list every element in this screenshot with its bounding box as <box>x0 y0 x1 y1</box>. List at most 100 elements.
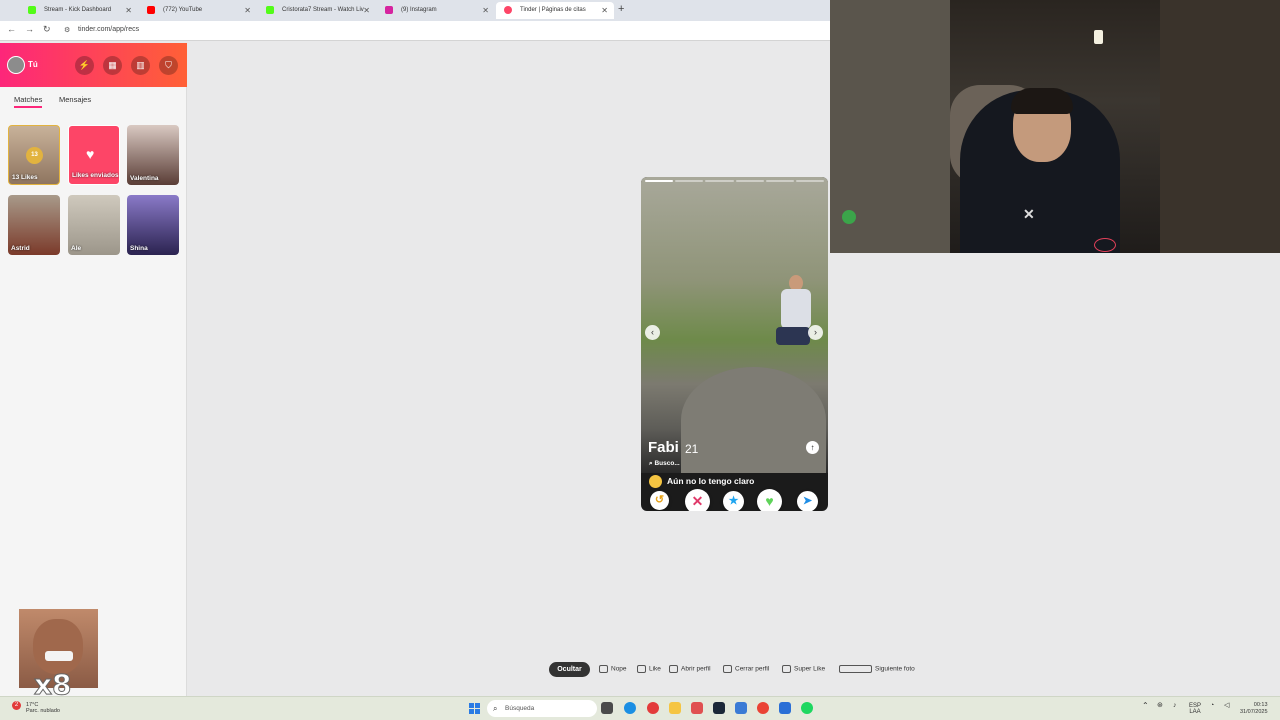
app-icon[interactable] <box>779 702 791 714</box>
network-icon[interactable]: ⊛ <box>1157 702 1163 709</box>
up-arrow-key-icon <box>669 665 678 673</box>
photo-indicator[interactable] <box>645 180 674 182</box>
bolt-icon[interactable]: ⚡ <box>75 56 94 75</box>
windows-taskbar: 2 17°C Parc. nublado ⌕ Búsqueda ⌃ ⊛ ♪ ESP… <box>0 696 1280 720</box>
profile-link[interactable]: Tú <box>28 60 38 69</box>
profile-card[interactable]: ‹ › Fabi 21 ↑ ⌕ Busco... Aún no lo tengo… <box>641 177 828 511</box>
search-icon: ⌕ <box>493 704 498 713</box>
tab-youtube[interactable]: (772) YouTube ✕ <box>139 2 257 19</box>
close-icon[interactable]: ✕ <box>601 2 608 19</box>
tab-instagram[interactable]: (9) Instagram ✕ <box>377 2 495 19</box>
photo-indicator[interactable] <box>705 180 734 182</box>
site-info-icon[interactable]: ⚙ <box>64 26 70 34</box>
card-label: 13 Likes <box>12 174 38 181</box>
tinder-icon <box>504 6 512 14</box>
chrome-app-icon[interactable] <box>647 702 659 714</box>
next-photo-icon[interactable]: › <box>808 325 823 340</box>
green-object-shape <box>842 210 856 224</box>
avatar[interactable] <box>7 56 25 74</box>
forward-icon[interactable]: → <box>25 24 34 34</box>
tab-tinder[interactable]: Tinder | Páginas de citas ✕ <box>496 2 614 19</box>
red-ring-shape <box>1094 238 1116 252</box>
tab-mensajes[interactable]: Mensajes <box>59 95 91 104</box>
url-field[interactable]: tinder.com/app/recs <box>78 26 139 33</box>
card-label: Shina <box>130 245 148 252</box>
photo-indicator[interactable] <box>675 180 704 182</box>
open-profile-icon[interactable]: ↑ <box>806 441 819 454</box>
chrome-icon[interactable] <box>757 702 769 714</box>
teeth-shape <box>45 651 73 661</box>
search-placeholder: Búsqueda <box>505 705 535 712</box>
profile-name: Fabi <box>648 439 679 456</box>
likes-sent-card[interactable]: ♥ Likes enviados <box>68 125 120 185</box>
webcam-overlay: ✕ <box>830 0 1280 253</box>
previous-photo-icon[interactable]: ‹ <box>645 325 660 340</box>
close-icon[interactable]: ✕ <box>482 2 489 19</box>
new-tab-button[interactable]: + <box>618 3 624 15</box>
hide-shortcuts-button[interactable]: Ocultar <box>549 662 590 677</box>
nope-button[interactable]: ✕ <box>685 489 710 511</box>
profile-photo[interactable] <box>641 177 828 473</box>
edge-icon[interactable] <box>624 702 636 714</box>
file-explorer-icon[interactable] <box>669 702 681 714</box>
clock[interactable]: 00:13 31/07/2025 <box>1240 702 1268 716</box>
shield-icon[interactable]: ⛉ <box>159 56 178 75</box>
left-arrow-key-icon <box>599 665 608 673</box>
task-view-icon[interactable] <box>601 702 613 714</box>
hint-super-like: Super Like <box>782 665 825 673</box>
spotify-icon[interactable] <box>801 702 813 714</box>
close-icon[interactable]: ✕ <box>363 2 370 19</box>
close-icon[interactable]: ✕ <box>244 2 251 19</box>
kick-icon <box>266 6 274 14</box>
match-card[interactable]: Shina <box>127 195 179 255</box>
hint-label: Like <box>649 665 661 673</box>
match-card[interactable]: Astrid <box>8 195 60 255</box>
steam-icon[interactable] <box>713 702 725 714</box>
thinking-emoji-icon <box>649 475 662 488</box>
card-label: Likes enviados <box>72 172 119 179</box>
sidebar-header: Tú ⚡ ▦ ▥ ⛉ <box>0 43 187 87</box>
photo-indicator[interactable] <box>735 180 764 182</box>
photo-indicator[interactable] <box>765 180 794 182</box>
photo-indicator[interactable] <box>795 180 825 182</box>
notification-badge[interactable]: 2 <box>12 701 21 710</box>
back-icon[interactable]: ← <box>7 24 16 34</box>
weather-widget[interactable]: 17°C Parc. nublado <box>26 702 60 714</box>
looking-label-text: Busco... <box>654 460 680 467</box>
tab-title: (9) Instagram <box>401 7 437 13</box>
close-icon[interactable]: ✕ <box>125 2 132 19</box>
match-card[interactable]: Valentina <box>127 125 179 185</box>
chevron-up-icon[interactable]: ⌃ <box>1142 702 1149 710</box>
app-icon[interactable] <box>735 702 747 714</box>
lamp-shape <box>1094 30 1103 44</box>
grid-icon[interactable]: ▦ <box>103 56 122 75</box>
right-arrow-key-icon <box>637 665 646 673</box>
boost-button[interactable]: ➤ <box>797 491 818 511</box>
person-body-shape <box>781 289 811 329</box>
rewind-button[interactable]: ↺ <box>650 491 669 510</box>
reload-icon[interactable]: ↻ <box>43 24 51 35</box>
face-shape <box>33 619 83 674</box>
hint-close-profile: Cerrar perfil <box>723 665 769 673</box>
taskbar-search-input[interactable]: ⌕ Búsqueda <box>487 700 597 717</box>
shirt-graphic: ✕ <box>1023 206 1035 222</box>
weather-desc: Parc. nublado <box>26 708 60 714</box>
wifi-icon[interactable]: ◔ <box>1210 702 1214 709</box>
windows-start-icon[interactable] <box>469 703 480 714</box>
clock-time: 00:13 <box>1253 702 1268 708</box>
app-icon[interactable] <box>691 702 703 714</box>
volume-icon[interactable]: ◁ <box>1224 702 1229 709</box>
likes-count-badge: 13 <box>26 147 43 164</box>
tab-kick-stream[interactable]: Cristorata7 Stream - Watch Liv ✕ <box>258 2 376 19</box>
tab-kick-dashboard[interactable]: Stream - Kick Dashboard ✕ <box>20 2 138 19</box>
tab-title: (772) YouTube <box>163 7 203 13</box>
like-button[interactable]: ♥ <box>757 489 782 511</box>
microphone-icon[interactable]: ♪ <box>1173 702 1177 709</box>
briefcase-icon[interactable]: ▥ <box>131 56 150 75</box>
tab-matches[interactable]: Matches <box>14 95 43 108</box>
match-card[interactable]: Ale <box>68 195 120 255</box>
hint-label: Super Like <box>794 665 826 673</box>
likes-card[interactable]: 13 13 Likes <box>8 125 60 185</box>
language-indicator[interactable]: ESP LAA <box>1189 703 1201 715</box>
super-like-button[interactable]: ★ <box>723 491 744 511</box>
